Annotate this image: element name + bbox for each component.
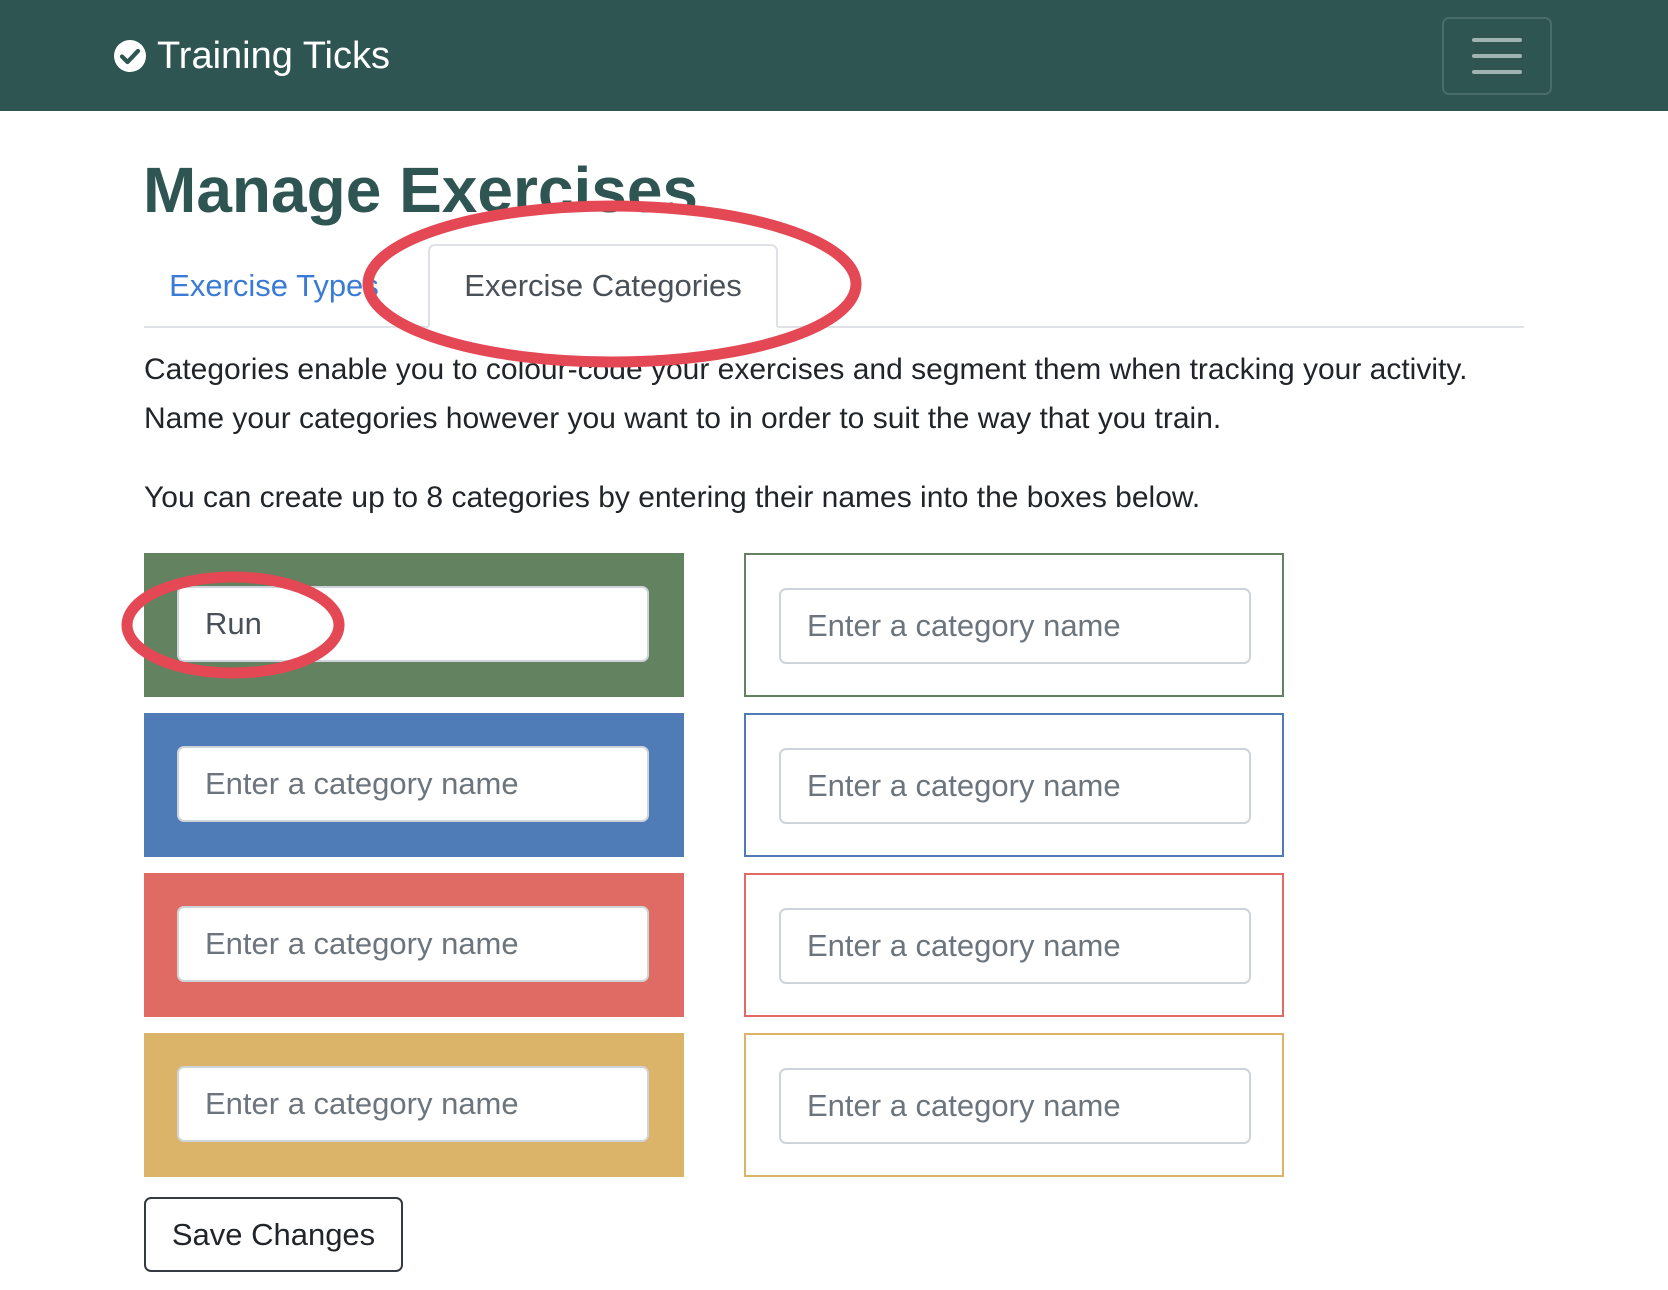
category-box (744, 713, 1284, 857)
category-box (744, 873, 1284, 1017)
categories-description: Categories enable you to colour-code you… (144, 353, 1468, 435)
category-box (144, 873, 684, 1017)
tab-exercise-types[interactable]: Exercise Types (144, 244, 404, 328)
brand-text: Training Ticks (157, 34, 390, 77)
page-title: Manage Exercises (143, 154, 698, 226)
navbar: Training Ticks (0, 0, 1668, 111)
hamburger-menu-icon (1472, 38, 1522, 42)
brand-link[interactable]: Training Ticks (113, 30, 390, 82)
category-name-input[interactable] (177, 746, 649, 822)
category-box (744, 553, 1284, 697)
category-box (144, 1033, 684, 1177)
hamburger-line (1472, 54, 1522, 58)
page: Training Ticks Manage Exercises Exercise… (0, 0, 1668, 1290)
category-box (744, 1033, 1284, 1177)
category-name-input[interactable] (779, 588, 1251, 664)
category-box (144, 713, 684, 857)
check-circle-icon (114, 40, 146, 72)
category-name-input[interactable] (177, 906, 649, 982)
hamburger-menu-button[interactable] (1442, 17, 1552, 95)
category-name-input[interactable] (779, 908, 1251, 984)
tab-bar: Exercise Types Exercise Categories (144, 244, 1524, 328)
category-name-input[interactable] (177, 586, 649, 662)
hamburger-line (1472, 70, 1522, 74)
categories-instruction: You can create up to 8 categories by ent… (144, 481, 1201, 514)
tab-exercise-categories[interactable]: Exercise Categories (428, 244, 778, 328)
save-changes-button[interactable]: Save Changes (144, 1197, 403, 1272)
category-name-input[interactable] (177, 1066, 649, 1142)
category-box (144, 553, 684, 697)
category-name-input[interactable] (779, 748, 1251, 824)
category-name-input[interactable] (779, 1068, 1251, 1144)
